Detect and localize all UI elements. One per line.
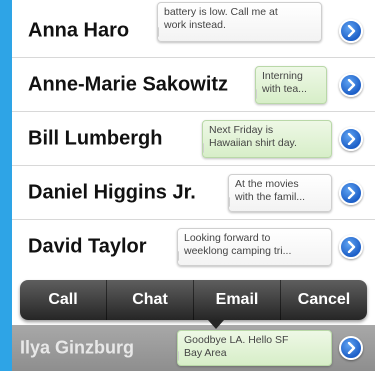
chevron-right-icon — [347, 78, 356, 91]
status-message-line2: weeklong camping tri... — [184, 245, 292, 257]
device-frame-left — [0, 0, 12, 371]
detail-disclosure-button[interactable] — [339, 180, 363, 205]
status-message-line2: Hawaiian shirt day. — [209, 136, 297, 149]
status-message-line1: Next Friday is — [209, 123, 274, 136]
contacts-screen: Anna Haro battery is low. Call me at wor… — [12, 0, 375, 371]
action-bar-pointer — [208, 320, 224, 329]
call-button[interactable]: Call — [20, 280, 107, 320]
status-bubble: Looking forward to weeklong camping tri.… — [177, 228, 332, 266]
contact-row-david-taylor[interactable]: David Taylor Looking forward to weeklong… — [12, 220, 375, 274]
chevron-right-icon — [347, 186, 356, 199]
contact-name: David Taylor — [28, 235, 147, 258]
status-message-line2: with tea... — [262, 82, 307, 95]
status-bubble: Next Friday is Hawaiian shirt day. — [202, 119, 332, 158]
contact-name: Bill Lumbergh — [28, 127, 163, 149]
detail-disclosure-button[interactable] — [339, 336, 363, 360]
cancel-button[interactable]: Cancel — [281, 280, 367, 320]
status-bubble: Goodbye LA. Hello SF Bay Area — [177, 330, 332, 366]
detail-disclosure-button[interactable] — [339, 72, 363, 97]
bubble-tail — [158, 27, 159, 37]
contact-name: Anne-Marie Sakowitz — [28, 73, 229, 95]
status-bubble: battery is low. Call me at work instead. — [157, 2, 322, 42]
contact-row-ilya-ginzburg-selected[interactable]: Ilya Ginzburg Goodbye LA. Hello SF Bay A… — [12, 325, 375, 371]
chevron-right-icon — [347, 342, 356, 354]
contact-row-bill-lumbergh[interactable]: Bill Lumbergh Next Friday is Hawaiian sh… — [12, 112, 375, 166]
status-bubble: At the movies with the famil... — [228, 173, 332, 212]
detail-disclosure-button[interactable] — [339, 18, 363, 43]
status-message-line1: Goodbye LA. Hello SF — [184, 334, 289, 346]
chevron-right-icon — [347, 24, 356, 37]
status-bubble: Interning with tea... — [255, 65, 327, 104]
chevron-right-icon — [347, 241, 356, 253]
contact-row-daniel-higgins-jr[interactable]: Daniel Higgins Jr. At the movies with th… — [12, 166, 375, 220]
email-button[interactable]: Email — [194, 280, 281, 320]
bubble-tail — [203, 142, 204, 153]
detail-disclosure-button[interactable] — [339, 126, 363, 151]
bubble-tail — [229, 196, 230, 207]
bubble-tail — [256, 88, 257, 99]
contact-row-anne-marie-sakowitz[interactable]: Anne-Marie Sakowitz Interning with tea..… — [12, 58, 375, 112]
status-message-line2: work instead. — [164, 19, 226, 31]
contact-name: Daniel Higgins Jr. — [28, 181, 196, 203]
detail-disclosure-button[interactable] — [339, 235, 363, 259]
status-message-line2: with the famil... — [235, 190, 306, 203]
contact-name: Ilya Ginzburg — [20, 337, 135, 358]
contact-row-anna-haro[interactable]: Anna Haro battery is low. Call me at wor… — [12, 2, 375, 58]
status-message-line1: Looking forward to — [184, 232, 271, 244]
bubble-tail — [178, 251, 179, 261]
chat-button[interactable]: Chat — [107, 280, 194, 320]
contact-action-bar: Call Chat Email Cancel — [20, 280, 367, 320]
contact-name: Anna Haro — [28, 19, 130, 41]
status-message-line1: At the movies — [235, 177, 299, 190]
status-message-line2: Bay Area — [184, 347, 227, 359]
chevron-right-icon — [347, 132, 356, 145]
bubble-tail — [178, 351, 179, 361]
status-message-line1: Interning — [262, 69, 303, 82]
status-message-line1: battery is low. Call me at — [164, 6, 278, 18]
